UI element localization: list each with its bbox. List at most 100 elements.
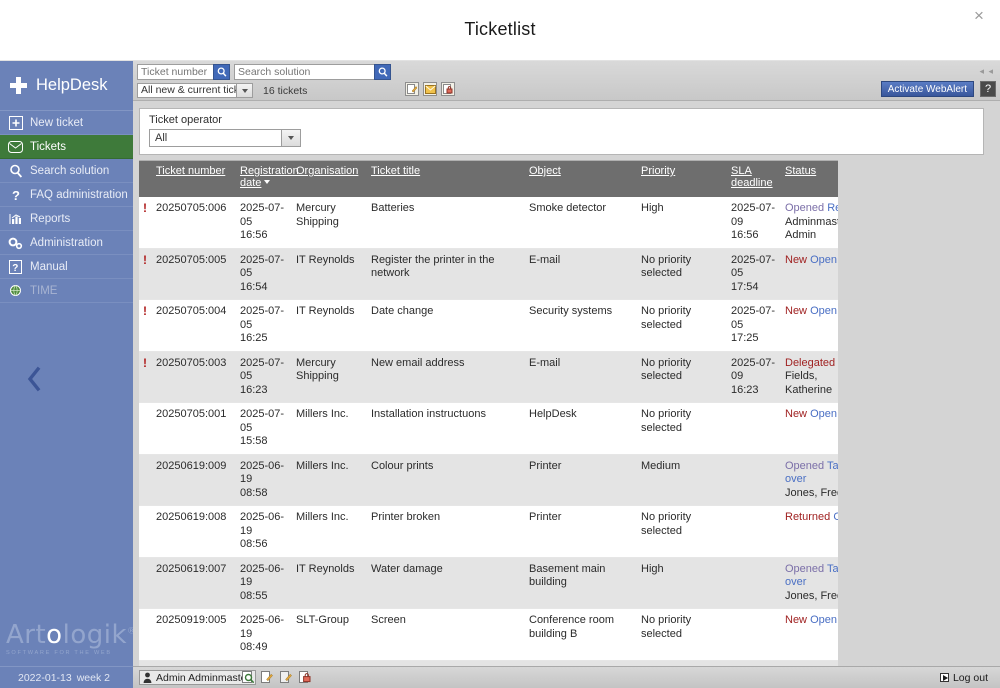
search-solution-input[interactable] (234, 64, 374, 80)
cell-ticket-title[interactable]: Colour prints (368, 454, 526, 506)
cell-registration-date: 2025-06-19 08:55 (237, 557, 293, 609)
column-registration-date[interactable]: Registration date (237, 161, 299, 197)
cell-ticket-number[interactable]: 20250705:004 (153, 299, 237, 352)
sidebar-item-new-ticket[interactable]: New ticket (0, 111, 133, 135)
table-row[interactable]: ! 20250705:003 2025-07-05 16:23 Mercury Ship… (139, 351, 838, 403)
column-ticket-number[interactable]: Ticket number (153, 161, 237, 197)
cell-sla-deadline: 2025-07-05 17:25 (728, 299, 782, 352)
sidebar-item-reports[interactable]: Reports (0, 207, 133, 231)
cell-ticket-number[interactable]: 20250619:007 (153, 557, 237, 609)
ticket-number-search-button[interactable] (213, 64, 230, 80)
toolbar-filter-row: All new & current tickets 16 tickets (137, 83, 307, 98)
plus-box-icon (8, 115, 23, 130)
current-user-button[interactable]: Admin Adminmaster (139, 670, 256, 685)
search-solution-button[interactable] (374, 64, 391, 80)
new-ticket-icon[interactable] (260, 670, 274, 684)
cell-object: Printer (526, 505, 638, 558)
ticket-operator-select[interactable]: All (149, 129, 301, 147)
cell-ticket-number[interactable]: 20250705:003 (153, 351, 237, 403)
cell-ticket-title[interactable]: Batteries (368, 197, 526, 249)
column-ticket-title[interactable]: Ticket title (368, 161, 526, 197)
status-action-link[interactable]: Open (810, 614, 837, 626)
sidebar-item-label: Reports (30, 212, 71, 225)
collapse-sidebar-icon[interactable] (25, 366, 43, 392)
cell-priority: No priority selected (638, 248, 728, 300)
column-organisation[interactable]: Organisation (293, 161, 368, 197)
cell-ticket-title[interactable]: Screen (368, 608, 526, 661)
cell-organisation: IT Reynolds (293, 557, 368, 609)
status-action-link[interactable]: Open (810, 408, 837, 420)
locked-ticket-icon[interactable] (298, 670, 312, 684)
cell-ticket-number[interactable]: 20250705:005 (153, 248, 237, 300)
column-object[interactable]: Object (526, 161, 638, 197)
column-priority[interactable]: Priority (638, 161, 728, 197)
sort-descending-icon (264, 180, 271, 184)
cell-ticket-title[interactable]: Register the printer in the network (368, 248, 526, 300)
table-row[interactable]: 20250619:009 2025-06-19 08:58 Millers Inc. C… (139, 454, 838, 506)
column-status[interactable]: Status (782, 161, 838, 197)
help-icon[interactable]: ? (980, 81, 996, 97)
table-row[interactable]: ! 20250705:006 2025-07-05 16:56 Mercury Ship… (139, 197, 838, 249)
new-ticket-icon[interactable] (405, 82, 419, 96)
search-ticket-icon[interactable] (241, 670, 255, 684)
sidebar-item-administration[interactable]: Administration (0, 231, 133, 255)
toolbar-search-row (137, 64, 391, 80)
status-action-link[interactable]: Open (810, 305, 837, 317)
cell-ticket-title[interactable]: Water damage (368, 557, 526, 609)
activate-webalert-button[interactable]: Activate WebAlert (880, 81, 974, 97)
logout-button[interactable]: Log out (934, 670, 994, 685)
edit-ticket-icon[interactable] (279, 670, 293, 684)
table-row[interactable]: 20250619:008 2025-06-19 08:56 Millers Inc. P… (139, 505, 838, 558)
cell-ticket-number[interactable]: 20250619:009 (153, 454, 237, 506)
sidebar-item-faq-administration[interactable]: ? FAQ administration (0, 183, 133, 207)
cell-ticket-title[interactable]: Date change (368, 299, 526, 352)
sidebar-item-search-solution[interactable]: Search solution (0, 159, 133, 183)
row-flag (139, 454, 153, 506)
cell-object: Printer (526, 454, 638, 506)
cell-ticket-number[interactable]: 20250619:008 (153, 505, 237, 558)
cell-registration-date: 2025-07-05 16:54 (237, 248, 293, 300)
status-action-link[interactable]: Return (827, 202, 838, 214)
cell-registration-date: 2025-06-19 08:56 (237, 505, 293, 558)
chevron-down-icon[interactable] (236, 83, 253, 98)
sidebar-item-time[interactable]: TIME (0, 279, 133, 303)
row-flag (139, 505, 153, 558)
table-row[interactable]: 20250619:007 2025-06-19 08:55 IT Reynolds Wa… (139, 557, 838, 609)
cell-ticket-number[interactable]: 20250705:006 (153, 197, 237, 249)
chevron-down-icon[interactable] (281, 129, 301, 147)
table-row[interactable]: ! 20250705:005 2025-07-05 16:54 IT Reynolds R… (139, 248, 838, 300)
cell-status: Opened Take overJones, Frederic (782, 454, 838, 506)
cell-ticket-title[interactable]: New email address (368, 351, 526, 403)
cell-priority: Medium (638, 454, 728, 506)
ticket-list-scroll-area[interactable]: Ticket number Registration date Organisa… (139, 160, 838, 688)
column-sla-deadline[interactable]: SLA deadline (728, 161, 782, 197)
sidebar-item-label: Manual (30, 260, 68, 273)
ticket-table: Ticket number Registration date Organisa… (139, 161, 838, 688)
cell-ticket-number[interactable]: 20250919:005 (153, 608, 237, 661)
status-badge: Delegated (785, 356, 836, 369)
table-row[interactable]: 20250919:005 2025-06-19 08:49 SLT-Group Scre… (139, 608, 838, 661)
ticket-filter-select[interactable]: All new & current tickets (137, 83, 253, 98)
svg-text:?: ? (12, 188, 20, 202)
assigned-person: Jones, Frederic (785, 486, 838, 499)
cell-registration-date: 2025-07-05 16:23 (237, 351, 293, 403)
table-row[interactable]: 20250705:001 2025-07-05 15:58 Millers Inc. I… (139, 402, 838, 455)
sidebar-item-tickets[interactable]: Tickets (0, 135, 133, 159)
row-flag (139, 402, 153, 455)
sidebar-item-manual[interactable]: ? Manual (0, 255, 133, 279)
cell-ticket-title[interactable]: Printer broken (368, 505, 526, 558)
cell-organisation: Millers Inc. (293, 505, 368, 558)
cell-organisation: IT Reynolds (293, 248, 368, 300)
cell-ticket-title[interactable]: Installation instructuons (368, 402, 526, 455)
cell-ticket-number[interactable]: 20250705:001 (153, 402, 237, 455)
locked-ticket-icon[interactable] (441, 82, 455, 96)
mail-icon[interactable] (423, 82, 437, 96)
status-action-link[interactable]: Open (833, 511, 838, 523)
cell-organisation: IT Reynolds (293, 299, 368, 352)
status-badge: New (785, 305, 808, 317)
cell-priority: No priority selected (638, 608, 728, 661)
status-action-link[interactable]: Open (810, 254, 837, 266)
table-row[interactable]: ! 20250705:004 2025-07-05 16:25 IT Reynolds D… (139, 299, 838, 352)
ticket-number-input[interactable] (137, 64, 213, 80)
close-icon[interactable]: × (966, 3, 992, 29)
